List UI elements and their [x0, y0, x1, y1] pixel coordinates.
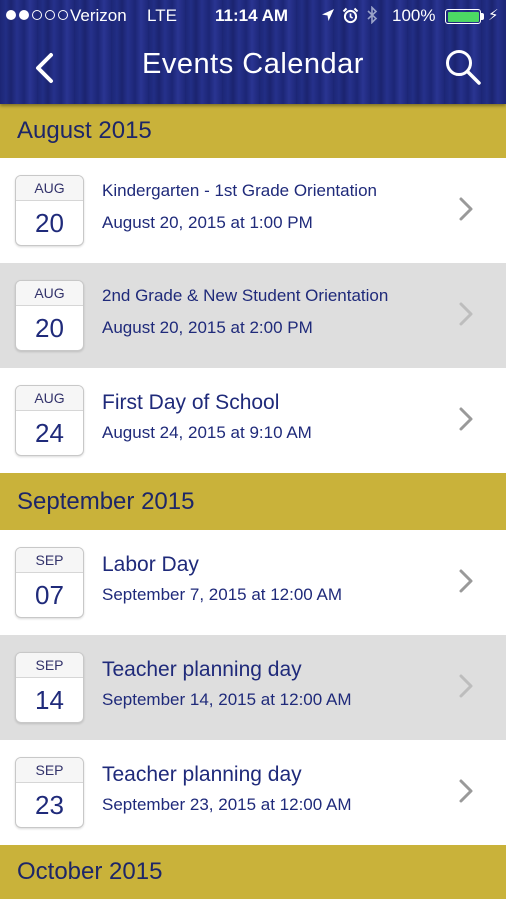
event-date: September 23, 2015 at 12:00 AM — [102, 795, 352, 814]
date-badge: AUG 20 — [15, 280, 84, 351]
badge-month: AUG — [16, 281, 83, 306]
badge-day: 24 — [35, 418, 64, 448]
event-title: Labor Day — [102, 553, 199, 576]
event-title: Kindergarten - 1st Grade Orientation — [102, 181, 377, 200]
chevron-right-icon — [459, 569, 473, 593]
network-type: LTE — [147, 6, 177, 25]
badge-month: AUG — [16, 176, 83, 201]
badge-month: AUG — [16, 386, 83, 411]
date-badge: SEP 23 — [15, 757, 84, 828]
event-row[interactable]: AUG 24 First Day of School August 24, 20… — [0, 368, 506, 473]
month-header-september: September 2015 — [0, 473, 506, 530]
month-header-august: August 2015 — [0, 104, 506, 158]
event-title: Teacher planning day — [102, 763, 302, 786]
page-title: Events Calendar — [142, 48, 364, 80]
chevron-right-icon — [459, 407, 473, 431]
signal-strength-icon — [6, 10, 68, 20]
month-header-october: October 2015 — [0, 845, 506, 899]
event-date: September 14, 2015 at 12:00 AM — [102, 690, 352, 709]
event-date: August 24, 2015 at 9:10 AM — [102, 423, 312, 442]
badge-day: 23 — [35, 790, 64, 820]
top-bar: Verizon LTE 11:14 AM 100% ⚡ Events Calen… — [0, 0, 506, 104]
alarm-clock-icon — [342, 7, 359, 23]
chevron-right-icon — [459, 674, 473, 698]
battery-icon — [445, 9, 481, 24]
event-date: August 20, 2015 at 2:00 PM — [102, 318, 313, 337]
chevron-right-icon — [459, 779, 473, 803]
badge-day: 20 — [35, 208, 64, 238]
event-row[interactable]: AUG 20 Kindergarten - 1st Grade Orientat… — [0, 158, 506, 263]
charging-bolt-icon: ⚡ — [488, 7, 499, 24]
badge-day: 14 — [35, 685, 64, 715]
nav-bar: Events Calendar — [0, 34, 506, 104]
bluetooth-icon — [367, 6, 378, 24]
search-icon — [446, 50, 481, 85]
date-badge: AUG 20 — [15, 175, 84, 246]
date-badge: SEP 07 — [15, 547, 84, 618]
chevron-right-icon — [459, 302, 473, 326]
chevron-right-icon — [459, 197, 473, 221]
event-title: Teacher planning day — [102, 658, 302, 681]
event-title: First Day of School — [102, 391, 280, 414]
event-date: September 7, 2015 at 12:00 AM — [102, 585, 343, 604]
event-row[interactable]: SEP 07 Labor Day September 7, 2015 at 12… — [0, 530, 506, 635]
date-badge: SEP 14 — [15, 652, 84, 723]
location-arrow-icon — [322, 9, 334, 21]
events-list: August 2015 AUG 20 Kindergarten - 1st Gr… — [0, 104, 506, 899]
carrier-name: Verizon — [70, 6, 127, 25]
badge-month: SEP — [16, 758, 83, 783]
status-time: 11:14 AM — [215, 6, 289, 25]
battery-percentage: 100% — [392, 6, 436, 25]
event-title: 2nd Grade & New Student Orientation — [102, 286, 389, 305]
event-date: August 20, 2015 at 1:00 PM — [102, 213, 313, 232]
badge-day: 20 — [35, 313, 64, 343]
badge-day: 07 — [35, 580, 64, 610]
event-row[interactable]: SEP 23 Teacher planning day September 23… — [0, 740, 506, 845]
search-button[interactable] — [440, 44, 486, 90]
event-row[interactable]: SEP 14 Teacher planning day September 14… — [0, 635, 506, 740]
badge-month: SEP — [16, 548, 83, 573]
status-bar: Verizon LTE 11:14 AM 100% ⚡ — [0, 0, 506, 34]
date-badge: AUG 24 — [15, 385, 84, 456]
status-icons — [321, 6, 378, 24]
battery-tip — [481, 13, 484, 20]
badge-month: SEP — [16, 653, 83, 678]
event-row[interactable]: AUG 20 2nd Grade & New Student Orientati… — [0, 263, 506, 368]
